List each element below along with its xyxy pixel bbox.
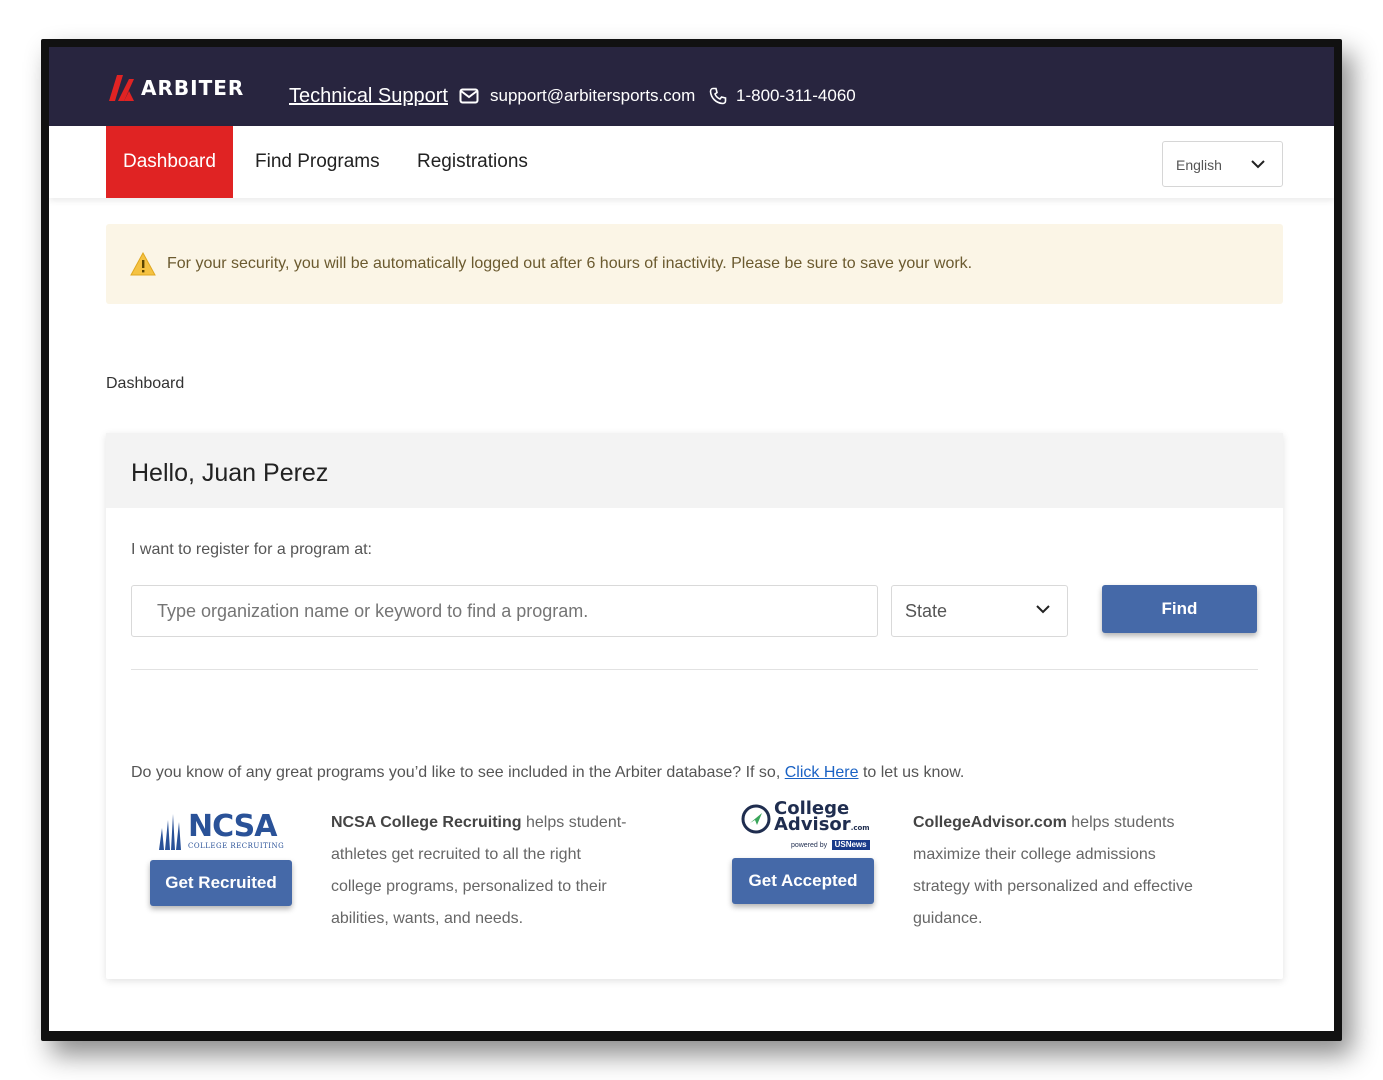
phone-icon bbox=[709, 87, 727, 105]
arbiter-logo[interactable]: ARBITER bbox=[107, 75, 244, 101]
ca-desc-line1: helps students bbox=[1066, 814, 1175, 831]
college-advisor-logo-icon bbox=[741, 804, 771, 833]
alert-text: For your security, you will be automatic… bbox=[167, 255, 973, 272]
ca-logo-line2: Advisor bbox=[774, 814, 851, 835]
support-phone[interactable]: 1-800-311-4060 bbox=[709, 86, 856, 106]
ncsa-name: NCSA College Recruiting bbox=[331, 814, 522, 831]
greeting: Hello, Juan Perez bbox=[131, 459, 329, 487]
email-text: support@arbitersports.com bbox=[490, 86, 696, 105]
ca-desc-line4: guidance. bbox=[913, 910, 983, 927]
dashboard-card: Hello, Juan Perez I want to register for… bbox=[106, 433, 1283, 979]
divider bbox=[131, 669, 1258, 670]
ncsa-desc-line3: college programs, personalized to their bbox=[331, 878, 607, 895]
program-search-input[interactable] bbox=[131, 585, 878, 637]
support-email[interactable]: support@arbitersports.com bbox=[459, 86, 695, 106]
ncsa-logo-word: NCSA bbox=[188, 809, 278, 844]
tab-registrations[interactable]: Registrations bbox=[400, 126, 545, 198]
state-select[interactable]: State bbox=[891, 585, 1068, 637]
chevron-down-icon bbox=[1251, 160, 1265, 169]
security-alert: For your security, you will be automatic… bbox=[106, 224, 1283, 304]
phone-text: 1-800-311-4060 bbox=[736, 86, 856, 105]
app-screen: ARBITER Technical Support support@arbite… bbox=[49, 47, 1334, 1031]
click-here-link[interactable]: Click Here bbox=[785, 764, 859, 781]
warning-icon bbox=[130, 252, 156, 276]
usnews-badge: USNews bbox=[831, 840, 870, 850]
technical-support-link[interactable]: Technical Support bbox=[289, 85, 448, 108]
chevron-down-icon bbox=[1036, 605, 1050, 614]
state-value: State bbox=[905, 601, 948, 621]
suggest-before: Do you know of any great programs you’d … bbox=[131, 764, 785, 781]
college-advisor-logo: College Advisor.com powered by USNews bbox=[740, 800, 870, 851]
ncsa-logo-sub: COLLEGE RECRUITING bbox=[188, 842, 285, 850]
ncsa-logo: NCSA COLLEGE RECRUITING bbox=[158, 812, 284, 850]
language-select[interactable]: English bbox=[1162, 141, 1283, 187]
get-recruited-button[interactable]: Get Recruited bbox=[150, 860, 292, 906]
suggest-program-text: Do you know of any great programs you’d … bbox=[131, 764, 964, 782]
college-advisor-description: CollegeAdvisor.com helps students maximi… bbox=[913, 807, 1193, 935]
mail-icon bbox=[459, 88, 479, 104]
ncsa-description: NCSA College Recruiting helps student- a… bbox=[331, 807, 627, 935]
get-accepted-button[interactable]: Get Accepted bbox=[732, 858, 874, 904]
ca-desc-line3: strategy with personalized and effective bbox=[913, 878, 1193, 895]
find-button[interactable]: Find bbox=[1102, 585, 1257, 633]
language-value: English bbox=[1176, 157, 1222, 173]
ca-desc-line2: maximize their college admissions bbox=[913, 846, 1156, 863]
ca-logo-powered: powered by bbox=[790, 842, 828, 849]
ncsa-desc-line4: abilities, wants, and needs. bbox=[331, 910, 524, 927]
ncsa-logo-icon bbox=[159, 814, 181, 850]
arbiter-logo-icon bbox=[109, 75, 134, 101]
window-frame: ARBITER Technical Support support@arbite… bbox=[41, 39, 1342, 1041]
suggest-after: to let us know. bbox=[858, 764, 965, 781]
register-label: I want to register for a program at: bbox=[131, 541, 372, 558]
ncsa-desc-line2: athletes get recruited to all the right bbox=[331, 846, 581, 863]
top-header: ARBITER Technical Support support@arbite… bbox=[49, 47, 1334, 126]
brand-name: ARBITER bbox=[141, 76, 245, 100]
card-header: Hello, Juan Perez bbox=[106, 433, 1283, 508]
breadcrumb: Dashboard bbox=[106, 375, 185, 392]
ncsa-desc-line1: helps student- bbox=[521, 814, 627, 831]
ca-logo-com: .com bbox=[850, 824, 870, 832]
main-nav: Dashboard Find Programs Registrations En… bbox=[49, 126, 1334, 198]
tab-dashboard[interactable]: Dashboard bbox=[106, 126, 233, 198]
ca-name: CollegeAdvisor.com bbox=[913, 814, 1067, 831]
tab-find-programs[interactable]: Find Programs bbox=[238, 126, 397, 198]
